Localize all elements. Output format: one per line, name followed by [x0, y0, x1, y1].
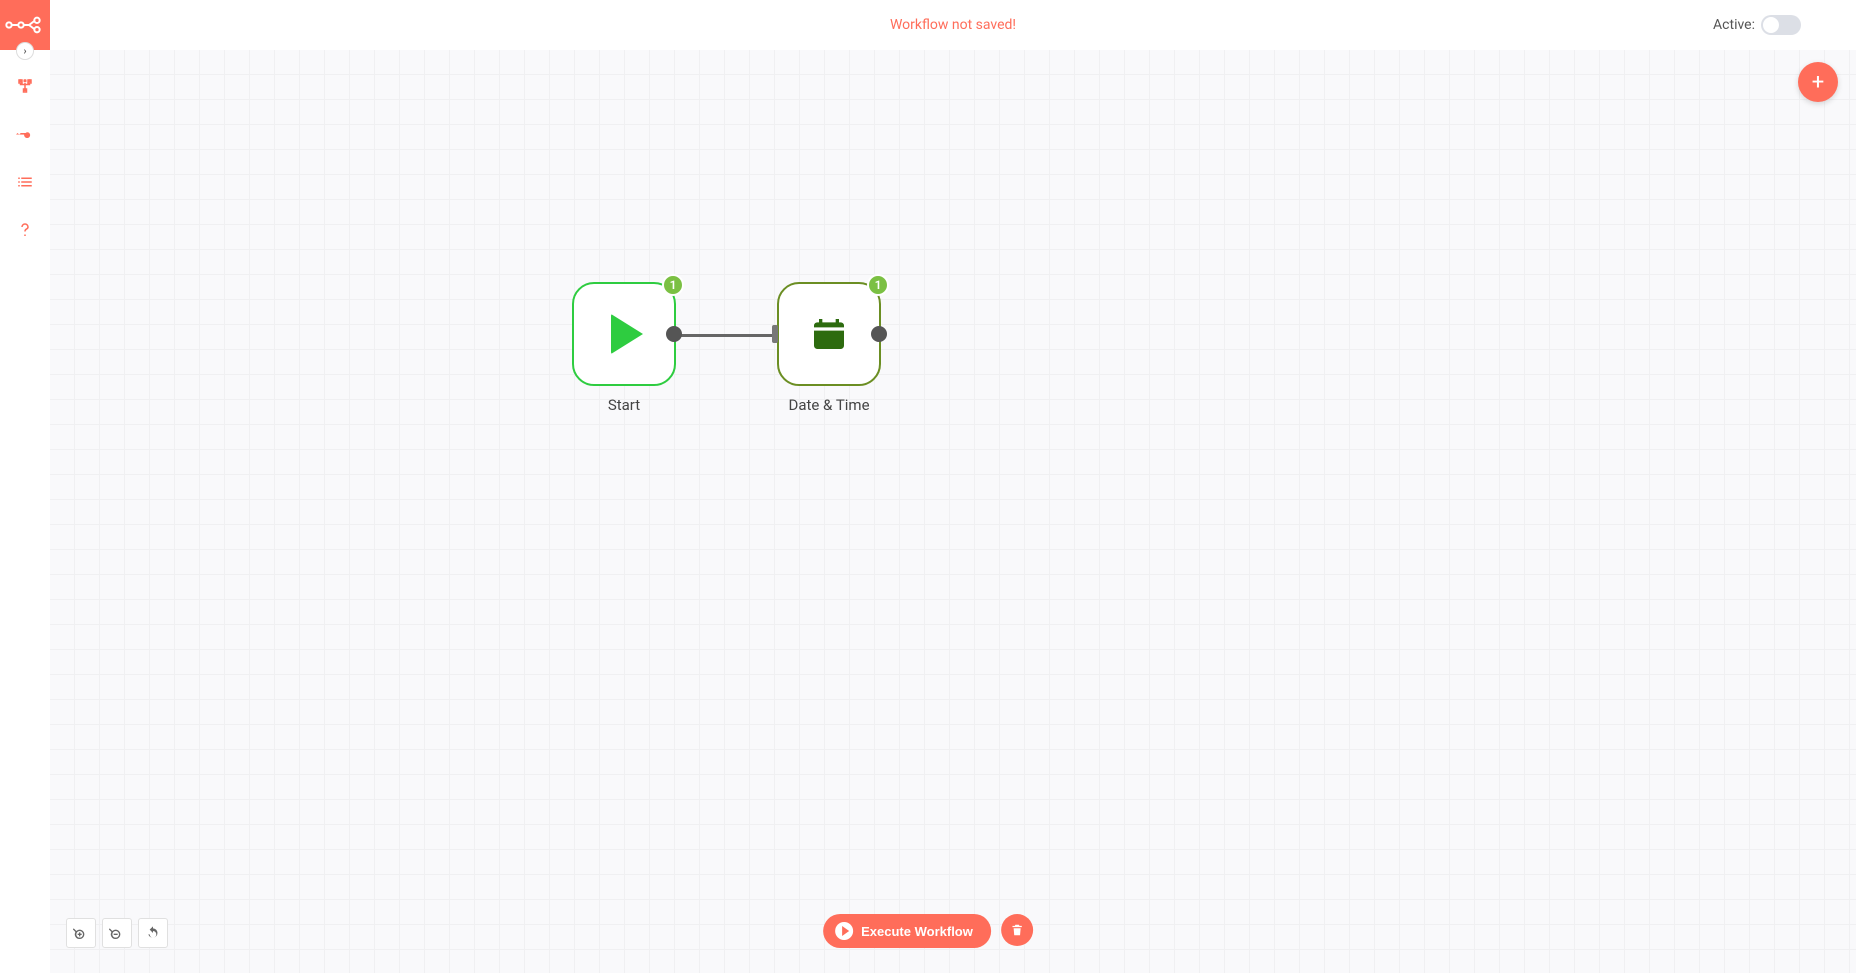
- active-toggle[interactable]: [1761, 15, 1801, 35]
- tasks-icon: [16, 173, 34, 191]
- node-start-output-port[interactable]: [666, 326, 682, 342]
- network-icon: [16, 77, 34, 95]
- sidebar-item-credentials[interactable]: [0, 110, 50, 158]
- node-datetime-badge: 1: [867, 274, 889, 296]
- plus-icon: +: [1812, 70, 1824, 95]
- node-start[interactable]: 1: [572, 282, 676, 386]
- node-start-wrap: 1 Start: [572, 282, 676, 414]
- active-label: Active:: [1713, 17, 1755, 33]
- sidebar-item-help[interactable]: [0, 206, 50, 254]
- zoom-out-icon: [109, 925, 125, 941]
- zoom-controls: [66, 918, 168, 948]
- zoom-in-button[interactable]: [66, 918, 96, 948]
- zoom-reset-button[interactable]: [138, 918, 168, 948]
- node-datetime-input-port[interactable]: [772, 325, 778, 343]
- topbar: Workflow not saved! Active:: [50, 0, 1856, 50]
- zoom-in-icon: [73, 925, 89, 941]
- workflow-status-message: Workflow not saved!: [890, 17, 1016, 33]
- play-circle-icon: [835, 922, 853, 940]
- execute-workflow-button[interactable]: Execute Workflow: [823, 914, 991, 948]
- calendar-icon: [809, 314, 849, 354]
- delete-button[interactable]: [1001, 914, 1033, 946]
- node-datetime[interactable]: 1: [777, 282, 881, 386]
- key-icon: [16, 125, 34, 143]
- undo-icon: [145, 925, 161, 941]
- node-datetime-label: Date & Time: [777, 396, 881, 414]
- sidebar-expand-button[interactable]: ›: [16, 42, 34, 60]
- sidebar: ›: [0, 0, 50, 973]
- question-icon: [16, 221, 34, 239]
- execute-workflow-label: Execute Workflow: [861, 924, 973, 939]
- node-start-label: Start: [572, 396, 676, 414]
- node-datetime-wrap: 1 Date & Time: [777, 282, 881, 414]
- sidebar-item-workflows[interactable]: [0, 62, 50, 110]
- workflow-canvas[interactable]: 1 Start 1 Date & Time: [50, 50, 1856, 973]
- zoom-out-button[interactable]: [102, 918, 132, 948]
- active-toggle-group: Active:: [1713, 15, 1801, 35]
- app-logo[interactable]: ›: [0, 0, 50, 50]
- sidebar-item-executions[interactable]: [0, 158, 50, 206]
- play-icon: [611, 314, 643, 354]
- bottom-actions: Execute Workflow: [823, 914, 1033, 948]
- node-datetime-output-port[interactable]: [871, 326, 887, 342]
- add-node-button[interactable]: +: [1798, 62, 1838, 102]
- n8n-logo-icon: [5, 16, 45, 34]
- node-start-badge: 1: [662, 274, 684, 296]
- trash-icon: [1010, 923, 1024, 937]
